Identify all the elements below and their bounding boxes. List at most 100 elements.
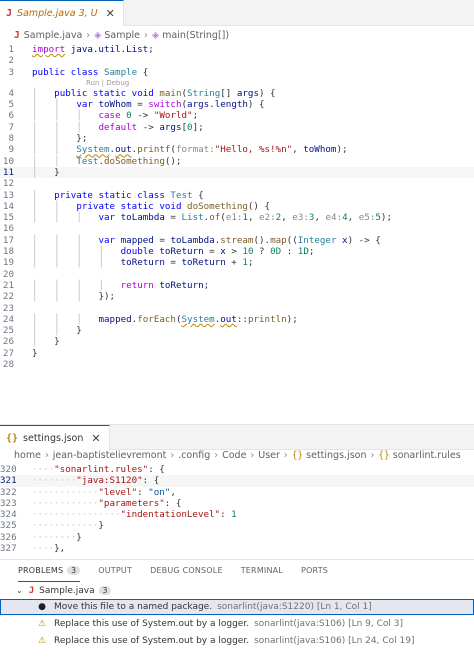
panel-tab-ports[interactable]: PORTS	[301, 560, 328, 582]
code-text[interactable]: ····"sonarlint.rules": {	[32, 464, 474, 475]
breadcrumb-sonarlint-rules[interactable]: sonarlint.rules	[393, 450, 461, 461]
code-line[interactable]: 28	[0, 359, 474, 370]
code-line[interactable]: 24 │ │ │ mapped.forEach(System.out::print…	[0, 314, 474, 325]
code-line[interactable]: 10 │ │ Test.doSomething();	[0, 156, 474, 167]
code-line[interactable]: 16	[0, 223, 474, 234]
code-text[interactable]: ········}	[32, 532, 474, 543]
code-text[interactable]: ············"level": "on",	[32, 487, 474, 498]
code-line[interactable]: 27}	[0, 348, 474, 359]
close-icon[interactable]: ✕	[91, 432, 100, 445]
breadcrumb-class[interactable]: Sample	[104, 30, 140, 41]
code-text[interactable]: ············"parameters": {	[32, 498, 474, 509]
problem-item[interactable]: ⚠ Replace this use of System.out by a log…	[0, 633, 474, 649]
panel-tab-debug-console[interactable]: DEBUG CONSOLE	[150, 560, 223, 582]
run-debug-codelens[interactable]: Run | Debug	[0, 78, 474, 88]
code-text[interactable]: │ │ │ default -> args[0];	[32, 122, 474, 133]
code-text[interactable]: ····},	[32, 543, 474, 554]
code-text[interactable]: │ }	[32, 167, 474, 178]
breadcrumb-code[interactable]: Code	[222, 450, 246, 461]
code-line[interactable]: 25 │ │ }	[0, 325, 474, 336]
code-text[interactable]: ················"indentationLevel": 1	[32, 509, 474, 520]
line-number: 3	[8, 66, 14, 78]
code-line[interactable]: 7 │ │ │ default -> args[0];	[0, 122, 474, 133]
breadcrumb-config[interactable]: .config	[178, 450, 210, 461]
code-text[interactable]: │ │ │ │ return toReturn;	[32, 280, 474, 291]
code-text[interactable]: │ │ │ var toLambda = List.of(e1:1, e2:2,…	[32, 212, 474, 223]
code-editor-settings[interactable]: 320 ····"sonarlint.rules": {321 ········"j…	[0, 464, 474, 554]
code-text[interactable]	[32, 269, 474, 280]
code-line[interactable]: 324 ················"indentationLevel": 1	[0, 509, 474, 520]
code-text[interactable]: public class Sample {	[32, 67, 474, 78]
panel-tab-terminal[interactable]: TERMINAL	[241, 560, 283, 582]
chevron-down-icon[interactable]: ⌄	[16, 586, 23, 595]
code-line[interactable]: 323 ············"parameters": {	[0, 498, 474, 509]
breadcrumb-home[interactable]: home	[14, 450, 41, 461]
code-text[interactable]: │ │ │ });	[32, 291, 474, 302]
code-line[interactable]: 5 │ │ var toWhom = switch(args.length) {	[0, 99, 474, 110]
breadcrumb-user-dir[interactable]: jean-baptistelievremont	[53, 450, 167, 461]
code-text[interactable]: │ public static void main(String[] args)…	[32, 88, 474, 99]
code-line[interactable]: 9 │ │ System.out.printf(format:"Hello, %s…	[0, 144, 474, 155]
code-text[interactable]: ············}	[32, 520, 474, 531]
code-text[interactable]: │ │ System.out.printf(format:"Hello, %s!…	[32, 144, 474, 155]
code-line[interactable]: 6 │ │ │ case 0 -> "World";	[0, 110, 474, 121]
code-line[interactable]: 12	[0, 178, 474, 189]
code-line[interactable]: 13 │ private static class Test {	[0, 190, 474, 201]
code-line[interactable]: 14 │ │ private static void doSomething() …	[0, 201, 474, 212]
code-line[interactable]: 8 │ │ };	[0, 133, 474, 144]
code-line[interactable]: 325 ············}	[0, 520, 474, 531]
tab-sample-java[interactable]: J Sample.java 3, U ✕	[0, 0, 124, 26]
panel-tab-output[interactable]: OUTPUT	[98, 560, 132, 582]
breadcrumb-settings-json[interactable]: settings.json	[306, 450, 366, 461]
breadcrumb-user[interactable]: User	[258, 450, 280, 461]
code-line[interactable]: 1 import java.util.List;	[0, 44, 474, 55]
code-text[interactable]: │ │ │ │ toReturn = toReturn + 1;	[32, 257, 474, 268]
code-text[interactable]	[32, 359, 474, 370]
code-text[interactable]: }	[32, 348, 474, 359]
code-line[interactable]: 15 │ │ │ var toLambda = List.of(e1:1, e2:…	[0, 212, 474, 223]
breadcrumb-method[interactable]: main(String[])	[162, 30, 229, 41]
code-line[interactable]: 4 │ public static void main(String[] args…	[0, 88, 474, 99]
code-line[interactable]: 11 │ }	[0, 166, 474, 179]
code-text[interactable]: │ │ │ case 0 -> "World";	[32, 110, 474, 121]
code-editor-sample[interactable]: 1 import java.util.List; 2 3 public class Sa…	[0, 44, 474, 370]
code-text[interactable]: │ │ │ mapped.forEach(System.out::println…	[32, 314, 474, 325]
code-text[interactable]: ········"java:S1120": {	[32, 475, 474, 486]
problem-item[interactable]: ● Move this file to a named package. sonar…	[0, 599, 474, 615]
close-icon[interactable]: ✕	[106, 7, 115, 20]
code-text[interactable]	[32, 223, 474, 234]
code-text[interactable]: │ }	[32, 336, 474, 347]
code-text[interactable]	[32, 55, 474, 66]
code-text[interactable]: │ │ }	[32, 325, 474, 336]
code-line[interactable]: 2	[0, 55, 474, 66]
code-line[interactable]: 17 │ │ │ var mapped = toLambda.stream().m…	[0, 235, 474, 246]
code-text[interactable]	[32, 303, 474, 314]
code-line[interactable]: 18 │ │ │ │ double toReturn = x > 10 ? 0D …	[0, 246, 474, 257]
problems-file-group[interactable]: ⌄ J Sample.java 3	[0, 583, 474, 598]
code-text[interactable]: │ │ Test.doSomething();	[32, 156, 474, 167]
code-text[interactable]: import java.util.List;	[32, 44, 474, 55]
code-line[interactable]: 22 │ │ │ });	[0, 291, 474, 302]
code-line[interactable]: 26 │ }	[0, 336, 474, 347]
code-line[interactable]: 322 ············"level": "on",	[0, 487, 474, 498]
code-text[interactable]: │ │ │ var mapped = toLambda.stream().map…	[32, 235, 474, 246]
code-line[interactable]: 326 ········}	[0, 532, 474, 543]
breadcrumb-file[interactable]: Sample.java	[24, 30, 83, 41]
editor-tabbar: J Sample.java 3, U ✕	[0, 0, 474, 26]
code-text[interactable]: │ │ │ │ double toReturn = x > 10 ? 0D : …	[32, 246, 474, 257]
code-text[interactable]: │ │ private static void doSomething() {	[32, 201, 474, 212]
problem-item[interactable]: ⚠ Replace this use of System.out by a log…	[0, 616, 474, 632]
code-line[interactable]: 320 ····"sonarlint.rules": {	[0, 464, 474, 475]
code-text[interactable]	[32, 178, 474, 189]
code-line[interactable]: 21 │ │ │ │ return toReturn;	[0, 280, 474, 291]
code-line[interactable]: 20	[0, 269, 474, 280]
code-text[interactable]: │ │ };	[32, 133, 474, 144]
code-line[interactable]: 321 ········"java:S1120": {	[0, 475, 474, 487]
code-line[interactable]: 19 │ │ │ │ toReturn = toReturn + 1;	[0, 257, 474, 268]
code-text[interactable]: │ private static class Test {	[32, 190, 474, 201]
code-line[interactable]: 23	[0, 303, 474, 314]
code-line[interactable]: 3 public class Sample {	[0, 67, 474, 78]
code-text[interactable]: │ │ var toWhom = switch(args.length) {	[32, 99, 474, 110]
code-line[interactable]: 327 ····},	[0, 543, 474, 554]
panel-tab-problems[interactable]: PROBLEMS 3	[18, 560, 81, 582]
